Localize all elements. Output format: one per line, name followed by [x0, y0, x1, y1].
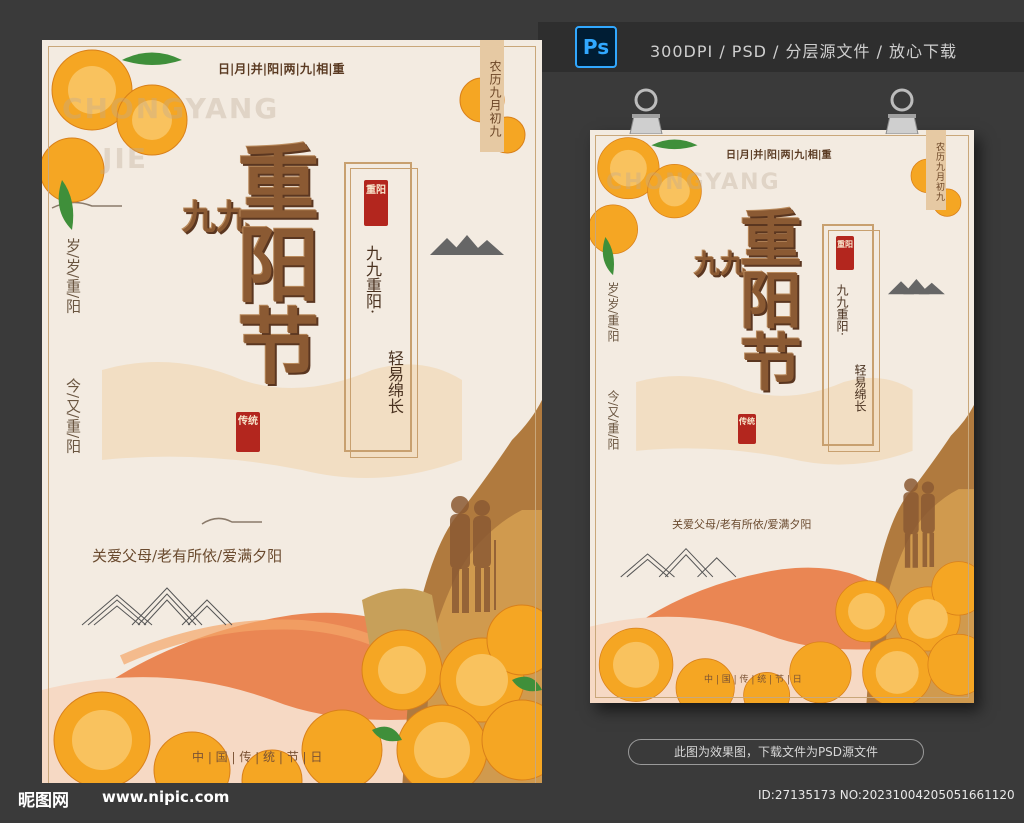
image-id: ID:27135173 NO:20231004205051661120 [758, 788, 1015, 802]
preview-lunar-date-ribbon: 农历九月初九 [926, 130, 946, 210]
top-poem-line: 日|月|并|阳|两|九|相|重 [218, 62, 345, 76]
file-info: 300DPI / PSD / 分层源文件 / 放心下载 [650, 42, 958, 61]
preview-tagline: 关爱父母/老有所依/爱满夕阳 [672, 518, 812, 531]
preview-left-verse-1: 岁/岁/重/阳 [606, 282, 620, 343]
left-verse-1: 岁/岁/重/阳 [64, 238, 82, 314]
preview-main-title: 重阳节 [729, 206, 802, 392]
preview-bottom-festival-line: 中 | 国 | 传 | 统 | 节 | 日 [704, 675, 802, 685]
site-url-link[interactable]: www.nipic.com [102, 788, 229, 806]
preview-seal-stamp-bottom: 传统 [738, 414, 756, 444]
right-verse-2: 轻易绵长 [385, 350, 404, 414]
poster-large: CHONGYANG JIE 日|月|并|阳|两|九|相|重 农历九月初九 岁/岁… [42, 40, 542, 790]
tagline: 关爱父母/老有所依/爱满夕阳 [92, 547, 283, 565]
preview-top-poem-line: 日|月|并|阳|两|九|相|重 [726, 150, 832, 161]
preview-left-verse-2: 今/又/重/阳 [606, 390, 620, 451]
watermark-text: CHONGYANG [62, 92, 280, 125]
preview-right-verse-1: 九九重阳· [835, 284, 849, 336]
poster-preview: CHONGYANG 日|月|并|阳|两|九|相|重 农历九月初九 岁/岁/重/阳… [590, 130, 974, 703]
right-verse-1: 九九重阳· [363, 245, 382, 315]
preview-watermark-text: CHONGYANG [606, 170, 781, 195]
main-title: 重阳节 [223, 140, 319, 386]
binder-clip-icon [629, 88, 663, 134]
binder-clip-icon [885, 88, 919, 134]
left-verse-2: 今/又/重/阳 [64, 378, 82, 454]
preview-right-verse-2: 轻易绵长 [853, 364, 867, 412]
lunar-date-ribbon: 农历九月初九 [480, 40, 504, 152]
site-logo[interactable]: 昵图网 [18, 786, 69, 811]
bottom-festival-line: 中 | 国 | 传 | 统 | 节 | 日 [192, 750, 323, 764]
preview-seal-stamp-top: 重阳 [836, 236, 854, 270]
watermark-text-2: JIE [102, 142, 148, 175]
seal-stamp-top: 重阳 [364, 180, 388, 226]
preview-notice: 此图为效果图，下载文件为PSD源文件 [628, 739, 924, 765]
photoshop-icon: Ps [575, 26, 617, 68]
seal-stamp-bottom: 传统 [236, 412, 260, 452]
